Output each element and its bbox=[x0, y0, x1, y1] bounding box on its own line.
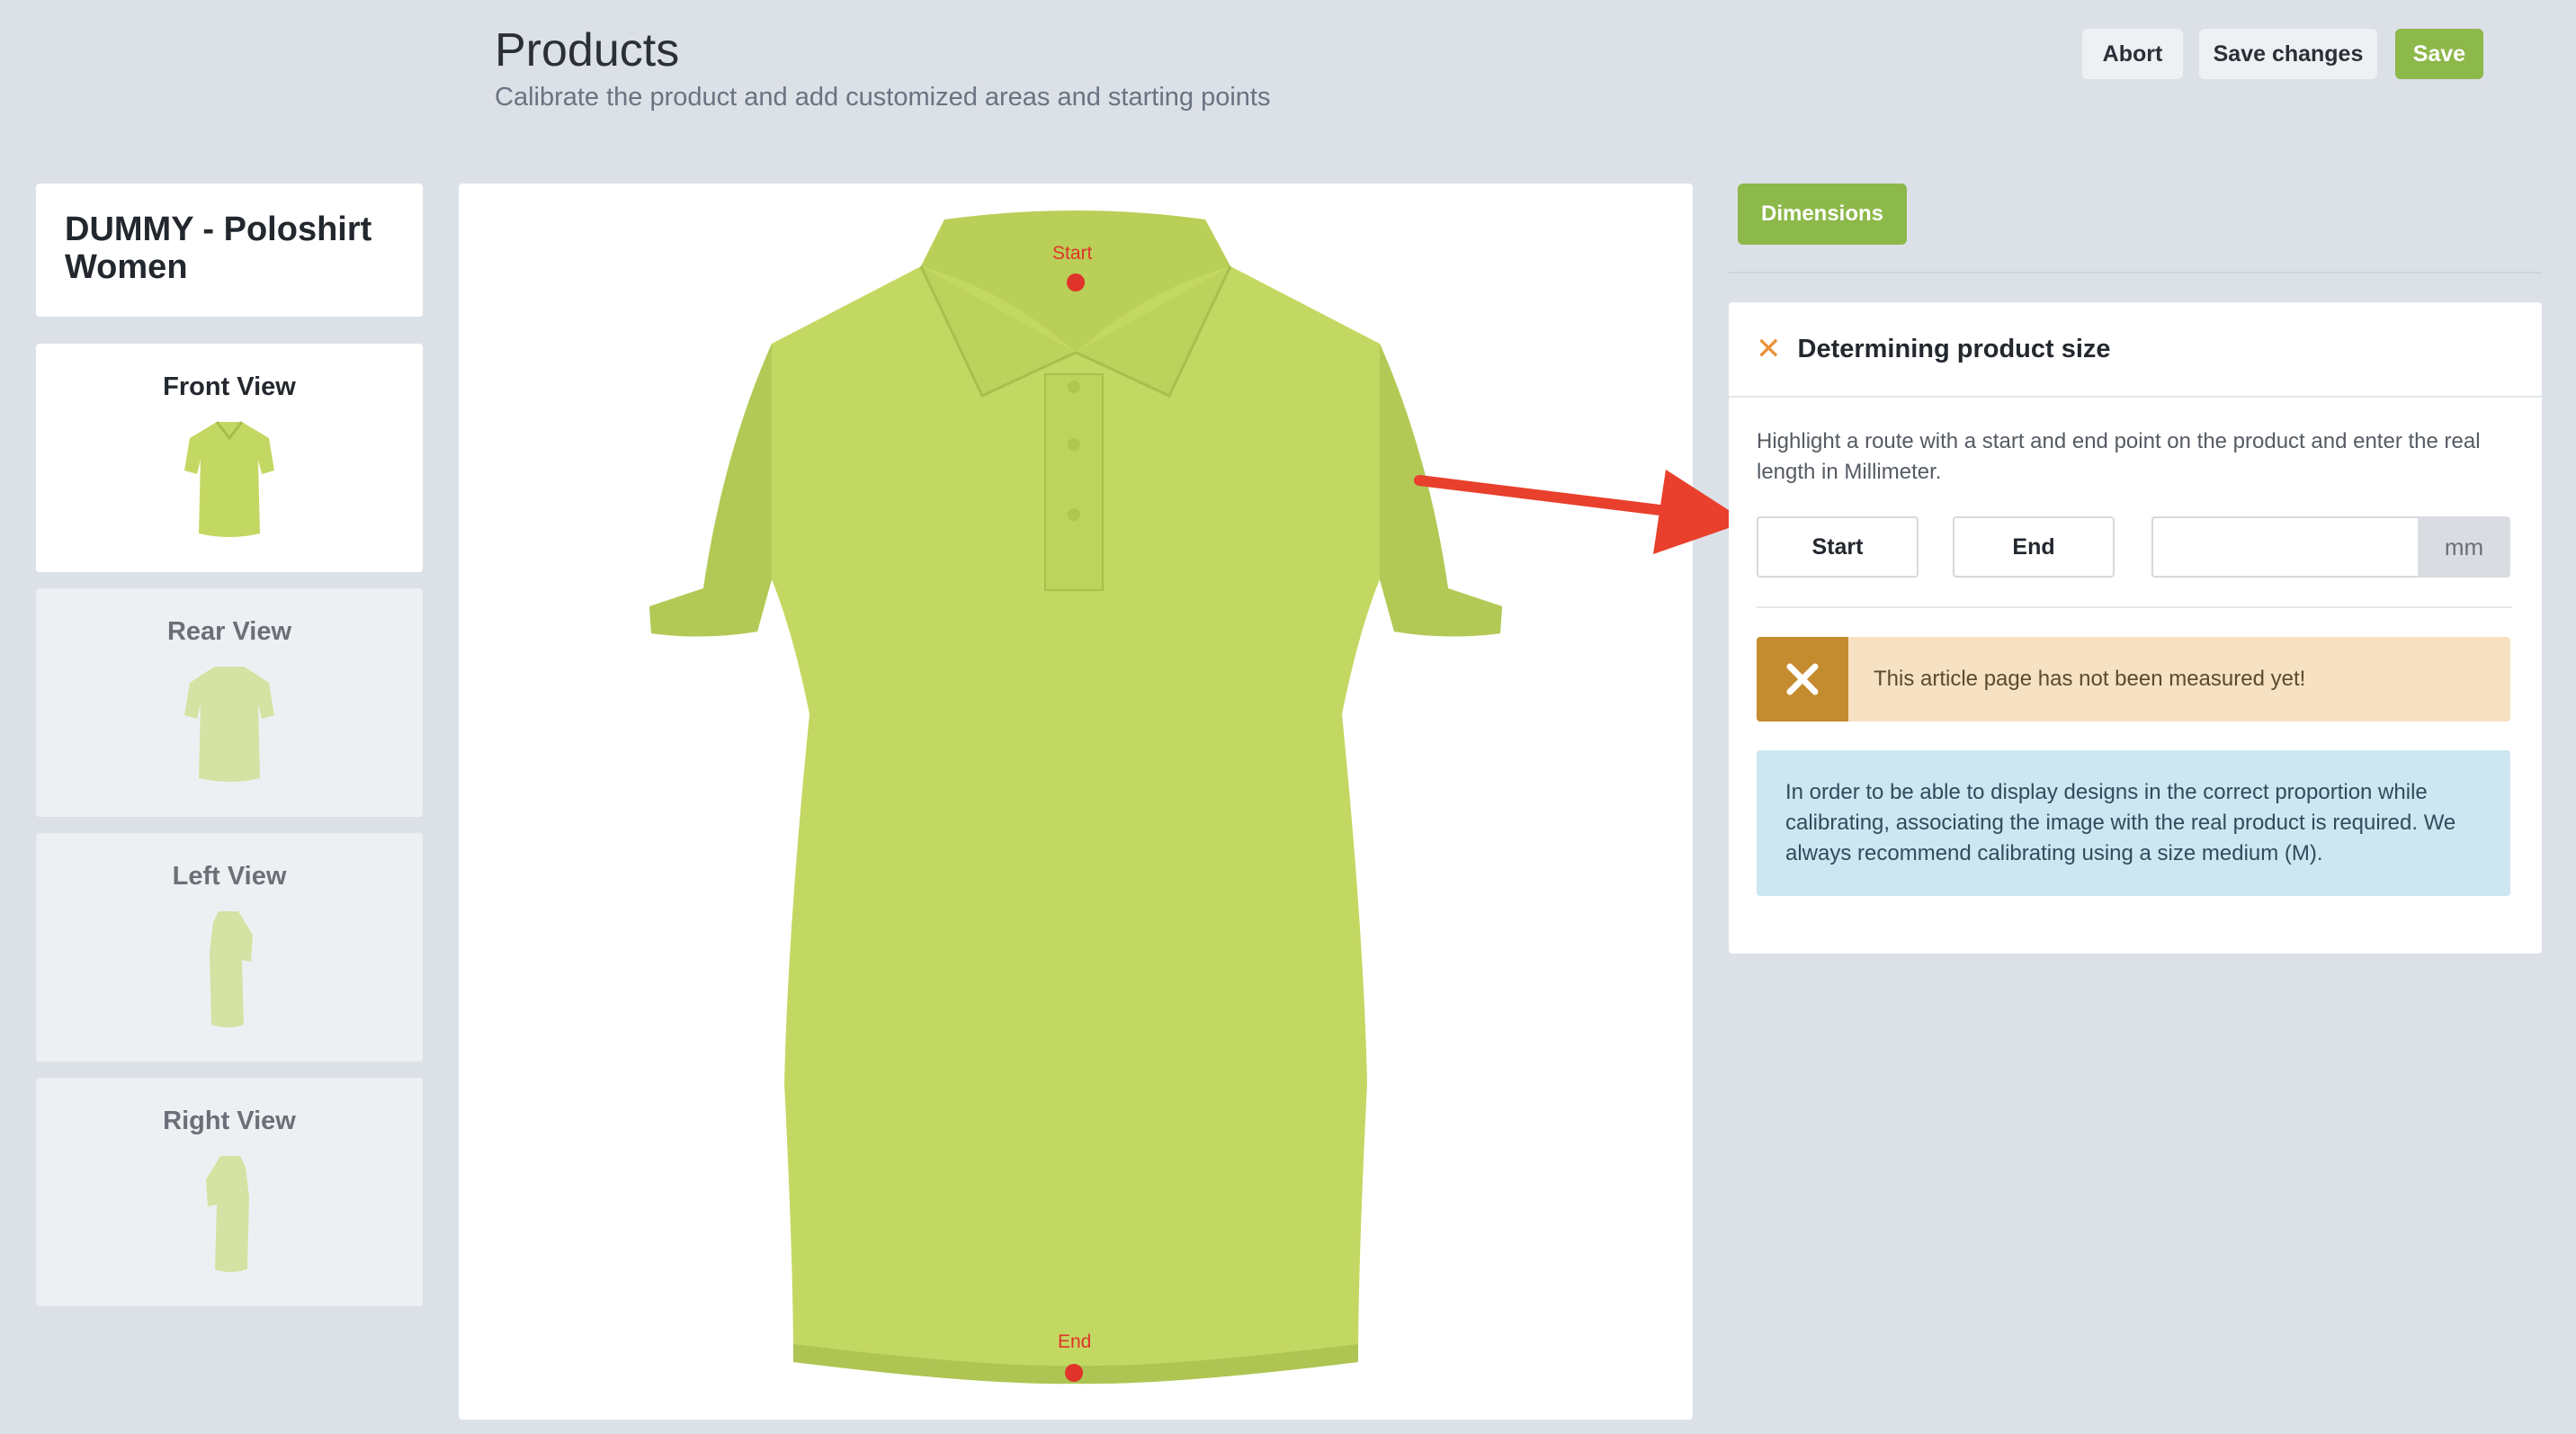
left-view-thumbnail bbox=[180, 908, 279, 1043]
polo-shirt-image bbox=[649, 211, 1502, 1385]
view-right[interactable]: Right View bbox=[36, 1078, 423, 1306]
product-name: DUMMY - Poloshirt Women bbox=[36, 184, 423, 317]
start-pin[interactable] bbox=[1067, 273, 1085, 291]
save-button[interactable]: Save bbox=[2395, 29, 2483, 79]
unit-addon: mm bbox=[2418, 516, 2510, 578]
warning-alert: This article page has not been measured … bbox=[1757, 637, 2510, 721]
save-changes-button[interactable]: Save changes bbox=[2199, 29, 2377, 79]
warning-text: This article page has not been measured … bbox=[1874, 667, 2306, 691]
close-icon[interactable]: ✕ bbox=[1756, 331, 1782, 367]
end-pin[interactable] bbox=[1065, 1364, 1083, 1382]
divider bbox=[1729, 272, 2542, 273]
view-left-label: Left View bbox=[172, 862, 287, 891]
view-rear[interactable]: Rear View bbox=[36, 588, 423, 817]
rear-view-thumbnail bbox=[180, 663, 279, 798]
page-title: Products bbox=[495, 24, 680, 76]
start-pin-label: Start bbox=[1052, 243, 1093, 264]
end-pin-label: End bbox=[1058, 1331, 1092, 1352]
annotation-arrow-icon bbox=[1414, 470, 1747, 554]
panel-header: ✕ Determining product size bbox=[1729, 302, 2542, 398]
panel-description: Highlight a route with a start and end p… bbox=[1757, 429, 2481, 484]
divider bbox=[1757, 606, 2512, 608]
view-left[interactable]: Left View bbox=[36, 833, 423, 1062]
panel-title: Determining product size bbox=[1797, 334, 2111, 363]
warning-x-icon bbox=[1757, 637, 1848, 721]
view-front[interactable]: Front View bbox=[36, 344, 423, 572]
tab-dimensions[interactable]: Dimensions bbox=[1738, 184, 1907, 245]
front-view-thumbnail bbox=[180, 418, 279, 553]
abort-button[interactable]: Abort bbox=[2082, 29, 2183, 79]
page-subtitle: Calibrate the product and add customized… bbox=[495, 83, 1271, 112]
length-input[interactable] bbox=[2151, 516, 2419, 578]
set-start-button[interactable]: Start bbox=[1757, 516, 1919, 578]
set-end-button[interactable]: End bbox=[1953, 516, 2115, 578]
view-right-label: Right View bbox=[163, 1107, 296, 1135]
view-rear-label: Rear View bbox=[166, 617, 292, 646]
info-alert: In order to be able to display designs i… bbox=[1757, 750, 2510, 896]
product-canvas[interactable]: Start End bbox=[459, 184, 1693, 1420]
view-front-label: Front View bbox=[163, 372, 296, 401]
right-view-thumbnail bbox=[180, 1152, 279, 1287]
